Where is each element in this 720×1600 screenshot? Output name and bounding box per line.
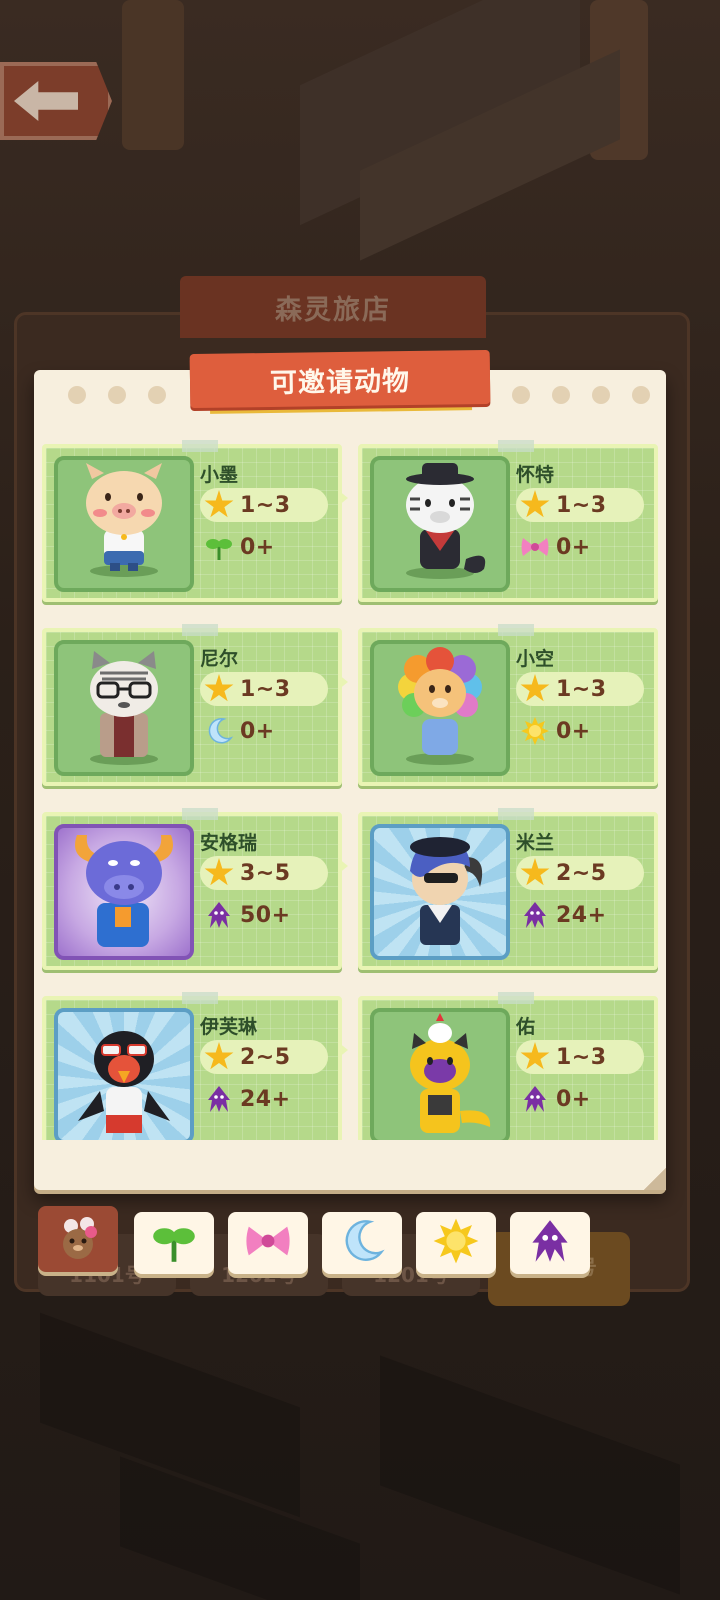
animal-portrait-goat — [370, 824, 510, 960]
squid-icon — [520, 1084, 550, 1114]
squid-icon — [520, 900, 550, 930]
animal-card[interactable]: 小空 1~3 0+ — [358, 624, 658, 786]
animal-name: 怀特 — [516, 464, 555, 486]
star-icon — [204, 490, 234, 518]
sprout-icon — [204, 532, 234, 562]
star-range: 1~3 — [200, 672, 328, 706]
animal-name: 小墨 — [200, 464, 239, 486]
star-range: 2~5 — [516, 856, 644, 890]
requirement: 0+ — [516, 1082, 644, 1116]
squid-icon — [204, 1084, 234, 1114]
star-range: 2~5 — [200, 1040, 328, 1074]
filter-sun[interactable] — [416, 1212, 496, 1274]
animal-card[interactable]: 小墨 1~3 0+ — [42, 440, 348, 602]
star-range: 3~5 — [200, 856, 328, 890]
star-range: 1~3 — [516, 488, 644, 522]
all-animals-icon — [51, 1210, 105, 1268]
star-range: 1~3 — [516, 1040, 644, 1074]
animal-portrait-tiger — [370, 1008, 510, 1140]
star-icon — [204, 858, 234, 886]
filter-bow[interactable] — [228, 1212, 308, 1274]
hotel-title: 森灵旅店 — [180, 276, 486, 338]
bow-icon — [244, 1217, 292, 1269]
moon-icon — [338, 1217, 386, 1269]
sun-icon — [432, 1217, 480, 1269]
requirement: 24+ — [516, 898, 644, 932]
filter-squid[interactable] — [510, 1212, 590, 1274]
requirement: 50+ — [200, 898, 328, 932]
animal-name: 伊芙琳 — [200, 1016, 258, 1038]
animal-portrait-pig — [54, 456, 194, 592]
back-button[interactable] — [0, 62, 112, 140]
animal-card[interactable]: 佑 1~3 0+ — [358, 992, 658, 1140]
sun-icon — [520, 716, 550, 746]
star-icon — [520, 1042, 550, 1070]
star-range: 1~3 — [516, 672, 644, 706]
animal-portrait-zebra — [370, 456, 510, 592]
back-arrow-icon — [14, 81, 78, 121]
bow-icon — [520, 532, 550, 562]
animal-card[interactable]: 伊芙琳 2~5 24+ — [42, 992, 348, 1140]
star-icon — [520, 674, 550, 702]
animal-name: 尼尔 — [200, 648, 239, 670]
requirement: 0+ — [200, 714, 328, 748]
animal-name: 米兰 — [516, 832, 555, 854]
requirement: 0+ — [200, 530, 328, 564]
animal-card[interactable]: 怀特 1~3 0+ — [358, 440, 658, 602]
requirement: 0+ — [516, 530, 644, 564]
star-icon — [204, 674, 234, 702]
animal-list[interactable]: 小墨 1~3 0+ 怀特 1~3 0+ 尼尔 1~3 0+ 小空 1~3 0+ … — [38, 440, 664, 1140]
animal-portrait-lion — [370, 640, 510, 776]
filter-moon[interactable] — [322, 1212, 402, 1274]
filter-sprout[interactable] — [134, 1212, 214, 1274]
page-curl — [644, 1168, 666, 1190]
sprout-icon — [150, 1217, 198, 1269]
animal-card[interactable]: 安格瑞 3~5 50+ — [42, 808, 348, 970]
filter-all-animals[interactable] — [38, 1206, 118, 1272]
animal-name: 佑 — [516, 1016, 536, 1038]
requirement: 0+ — [516, 714, 644, 748]
panel-title: 可邀请动物 — [189, 349, 491, 409]
star-range: 1~3 — [200, 488, 328, 522]
animal-portrait-bird — [54, 1008, 194, 1140]
animal-name: 安格瑞 — [200, 832, 258, 854]
star-icon — [520, 858, 550, 886]
animal-portrait-cat — [54, 640, 194, 776]
squid-icon — [526, 1217, 574, 1269]
requirement: 24+ — [200, 1082, 328, 1116]
animal-name: 小空 — [516, 648, 555, 670]
animal-card[interactable]: 尼尔 1~3 0+ — [42, 624, 348, 786]
animal-card[interactable]: 米兰 2~5 24+ — [358, 808, 658, 970]
star-icon — [204, 1042, 234, 1070]
squid-icon — [204, 900, 234, 930]
animal-portrait-bull — [54, 824, 194, 960]
star-icon — [520, 490, 550, 518]
moon-icon — [204, 716, 234, 746]
